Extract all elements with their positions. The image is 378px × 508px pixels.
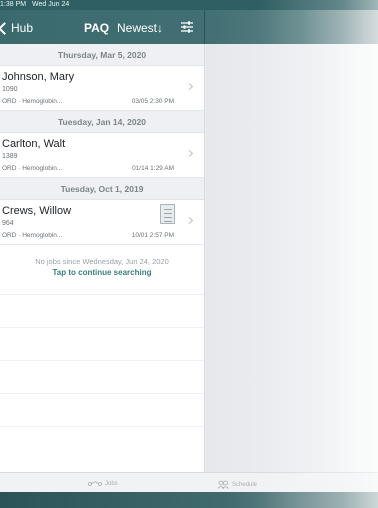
patient-mrn: 1090: [2, 86, 18, 93]
status-date: Wed Jun 24: [32, 1, 70, 8]
no-jobs-message: No jobs since Wednesday, Jun 24, 2020: [35, 257, 169, 266]
empty-row: [0, 361, 204, 394]
chevron-right-icon: [185, 216, 194, 225]
tab-schedule-label: Schedule: [232, 481, 258, 488]
list-item[interactable]: Crews, Willow 964 ORD · Hemoglobin... 10…: [0, 200, 204, 245]
empty-row: [0, 295, 204, 328]
detail-pane: [206, 44, 378, 472]
patient-name: Carlton, Walt: [2, 138, 66, 150]
navigation-bar: Hub PAQ Newest↓: [0, 10, 378, 44]
order-timestamp: 03/05 2:30 PM: [131, 98, 174, 105]
order-description: ORD · Hemoglobin...: [2, 98, 63, 105]
chevron-right-icon: [185, 149, 194, 158]
patient-name: Johnson, Mary: [2, 71, 75, 83]
order-description: ORD · Hemoglobin...: [2, 232, 63, 239]
chevron-left-icon: [0, 21, 11, 35]
section-header: Thursday, Mar 5, 2020: [0, 44, 204, 66]
document-icon: [160, 204, 175, 224]
back-button-label: Hub: [11, 21, 34, 35]
patient-name: Crews, Willow: [2, 205, 72, 217]
patient-mrn: 964: [2, 220, 14, 227]
people-icon: [217, 480, 229, 489]
back-button[interactable]: Hub: [0, 19, 33, 37]
continue-searching-link[interactable]: Tap to continue searching: [0, 268, 204, 277]
end-of-results: No jobs since Wednesday, Jun 24, 2020 Ta…: [0, 245, 204, 295]
list-item[interactable]: Carlton, Walt 1389 ORD · Hemoglobin... 0…: [0, 133, 204, 178]
paq-button[interactable]: PAQ: [84, 19, 109, 37]
order-timestamp: 01/14 1:29 AM: [132, 165, 174, 172]
order-description: ORD · Hemoglobin...: [2, 165, 63, 172]
list-item[interactable]: Johnson, Mary 1090 ORD · Hemoglobin... 0…: [0, 66, 204, 111]
sliders-icon[interactable]: [180, 20, 194, 34]
order-timestamp: 10/01 2:57 PM: [131, 232, 174, 239]
status-time: 1:38 PM: [0, 1, 27, 8]
tab-schedule[interactable]: Schedule: [217, 480, 257, 489]
chevron-right-icon: [185, 82, 194, 91]
empty-row: [0, 394, 204, 427]
tab-jobs[interactable]: Jobs: [88, 480, 118, 488]
jobs-icon: [88, 481, 102, 486]
tab-bar: Jobs Schedule: [0, 472, 378, 492]
tab-jobs-label: Jobs: [105, 481, 118, 487]
app-screen: 1:38 PM Wed Jun 24 Hub PAQ Newest↓ Thurs…: [0, 0, 378, 508]
list-nav-area: Hub PAQ Newest↓: [0, 10, 205, 44]
section-header: Tuesday, Jan 14, 2020: [0, 111, 204, 133]
empty-row: [0, 328, 204, 361]
patient-mrn: 1389: [2, 153, 18, 160]
job-list: Thursday, Mar 5, 2020 Johnson, Mary 1090…: [0, 44, 205, 472]
bottom-bezel: [0, 492, 378, 508]
section-header: Tuesday, Oct 1, 2019: [0, 178, 204, 200]
sort-button[interactable]: Newest↓: [117, 19, 163, 37]
status-bar: 1:38 PM Wed Jun 24: [0, 0, 378, 10]
